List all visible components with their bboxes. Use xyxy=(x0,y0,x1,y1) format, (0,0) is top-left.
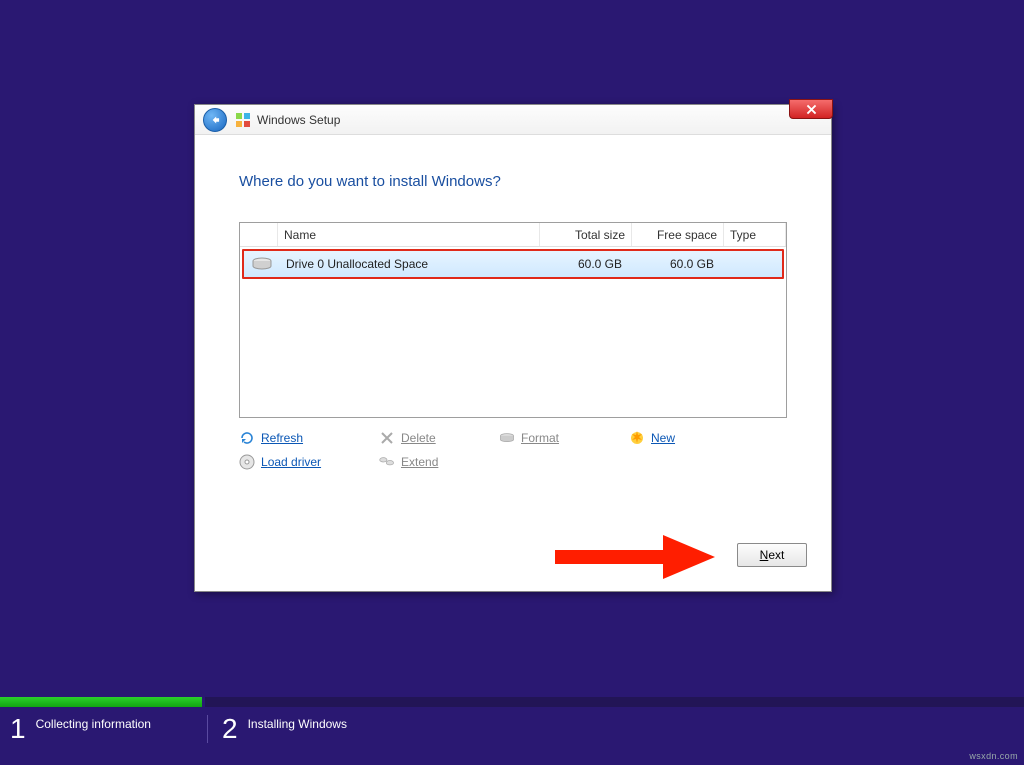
new-action[interactable]: New xyxy=(629,430,749,446)
close-icon xyxy=(805,103,818,116)
disk-icon xyxy=(244,256,280,272)
windows-setup-dialog: Windows Setup Where do you want to insta… xyxy=(194,104,832,592)
watermark: wsxdn.com xyxy=(969,751,1018,761)
next-button[interactable]: Next xyxy=(737,543,807,567)
windows-setup-icon xyxy=(235,112,251,128)
progress-segment-1 xyxy=(0,697,205,707)
drive-actions: RRefreshefresh Delete Format New Load dr… xyxy=(239,430,787,470)
drive-list-header: Name Total size Free space Type xyxy=(240,223,786,247)
back-arrow-icon xyxy=(208,113,222,127)
extend-icon xyxy=(379,454,395,470)
delete-icon xyxy=(379,430,395,446)
new-icon xyxy=(629,430,645,446)
refresh-action[interactable]: RRefreshefresh xyxy=(239,430,379,446)
drive-row-selected[interactable]: Drive 0 Unallocated Space 60.0 GB 60.0 G… xyxy=(242,249,784,279)
step-2-label: Installing Windows xyxy=(248,715,347,731)
step-1-label: Collecting information xyxy=(36,715,151,731)
col-free[interactable]: Free space xyxy=(632,223,724,246)
drive-free: 60.0 GB xyxy=(628,257,720,271)
footer: 1 Collecting information 2 Installing Wi… xyxy=(0,697,1024,765)
drive-list: Name Total size Free space Type Drive 0 … xyxy=(239,222,787,418)
col-icon-spacer xyxy=(240,223,278,246)
progress-bar xyxy=(0,697,1024,707)
step-1: 1 Collecting information xyxy=(0,715,208,743)
col-total[interactable]: Total size xyxy=(540,223,632,246)
cd-icon xyxy=(239,454,255,470)
col-type[interactable]: Type xyxy=(724,223,786,246)
format-action: Format xyxy=(499,430,629,446)
col-name[interactable]: Name xyxy=(278,223,540,246)
close-button[interactable] xyxy=(789,99,833,119)
step-1-number: 1 xyxy=(10,715,26,743)
titlebar: Windows Setup xyxy=(195,105,831,135)
refresh-icon xyxy=(239,430,255,446)
delete-action: Delete xyxy=(379,430,499,446)
step-2-number: 2 xyxy=(222,715,238,743)
extend-action: Extend xyxy=(379,454,499,470)
window-title: Windows Setup xyxy=(257,113,340,127)
drive-total: 60.0 GB xyxy=(536,257,628,271)
page-heading: Where do you want to install Windows? xyxy=(239,173,787,190)
format-icon xyxy=(499,430,515,446)
dialog-content: Where do you want to install Windows? Na… xyxy=(195,135,831,470)
back-button[interactable] xyxy=(203,108,227,132)
load-driver-action[interactable]: Load driver xyxy=(239,454,379,470)
step-indicator: 1 Collecting information 2 Installing Wi… xyxy=(0,707,1024,765)
drive-name: Drive 0 Unallocated Space xyxy=(280,257,536,271)
step-2: 2 Installing Windows xyxy=(208,715,347,743)
